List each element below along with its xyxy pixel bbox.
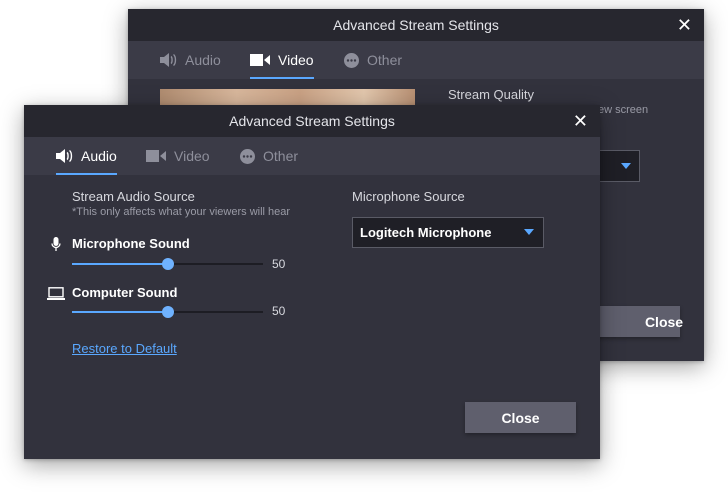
front-window-titlebar: Advanced Stream Settings ✕ [24, 105, 600, 137]
speaker-icon [160, 53, 177, 67]
computer-slider-fill [72, 311, 168, 313]
microphone-source-dropdown[interactable]: Logitech Microphone [352, 217, 544, 248]
more-icon [240, 148, 255, 164]
back-close-button[interactable]: Close [588, 306, 684, 337]
computer-sound-value: 50 [272, 304, 286, 318]
microphone-slider-fill [72, 263, 168, 265]
front-window-close-icon[interactable]: ✕ [573, 112, 588, 130]
camera-icon [250, 54, 270, 66]
back-tab-video[interactable]: Video [250, 41, 314, 79]
restore-default-link[interactable]: Restore to Default [72, 341, 177, 356]
microphone-sound-label: Microphone Sound [72, 236, 190, 251]
close-button[interactable]: Close [465, 402, 576, 433]
front-tab-audio-label: Audio [81, 148, 117, 164]
back-window-titlebar: Advanced Stream Settings ✕ [128, 9, 704, 41]
front-tab-video[interactable]: Video [146, 137, 210, 175]
back-tab-other-label: Other [367, 52, 403, 68]
back-tab-audio[interactable]: Audio [160, 41, 221, 79]
stream-quality-caret-icon [621, 163, 631, 169]
front-tab-other-label: Other [263, 148, 299, 164]
microphone-source-value: Logitech Microphone [360, 225, 492, 240]
more-icon [344, 52, 359, 68]
back-window-tabbar: Audio Video Other [128, 41, 704, 79]
front-settings-window: Advanced Stream Settings ✕ Audio Video O… [24, 105, 600, 459]
front-tab-video-label: Video [174, 148, 210, 164]
back-tab-video-label: Video [278, 52, 314, 68]
stream-quality-label: Stream Quality [448, 87, 534, 102]
back-tab-other[interactable]: Other [344, 41, 402, 79]
computer-slider-thumb[interactable] [161, 306, 174, 318]
back-window-close-icon[interactable]: ✕ [677, 16, 692, 34]
laptop-icon [47, 287, 65, 300]
stream-audio-note: *This only affects what your viewers wil… [72, 206, 291, 218]
close-button-label: Close [501, 409, 540, 426]
back-tab-audio-label: Audio [185, 52, 221, 68]
speaker-icon [56, 149, 73, 163]
front-tab-other[interactable]: Other [240, 137, 298, 175]
microphone-sound-slider[interactable] [72, 257, 263, 271]
microphone-slider-thumb[interactable] [161, 258, 174, 270]
computer-sound-slider[interactable] [72, 305, 263, 319]
back-close-button-label: Close [644, 313, 684, 330]
back-partial-text: ew screen [598, 104, 649, 116]
front-window-tabbar: Audio Video Other [24, 137, 600, 175]
microphone-icon [51, 237, 61, 251]
stream-audio-source-heading: Stream Audio Source [72, 189, 195, 204]
front-tab-audio[interactable]: Audio [56, 137, 117, 175]
back-window-title: Advanced Stream Settings [333, 17, 499, 33]
microphone-sound-value: 50 [272, 257, 286, 271]
camera-icon [146, 150, 166, 162]
chevron-down-icon [524, 229, 534, 235]
front-window-title: Advanced Stream Settings [229, 113, 395, 129]
computer-sound-label: Computer Sound [72, 285, 178, 300]
microphone-source-label: Microphone Source [352, 189, 465, 204]
